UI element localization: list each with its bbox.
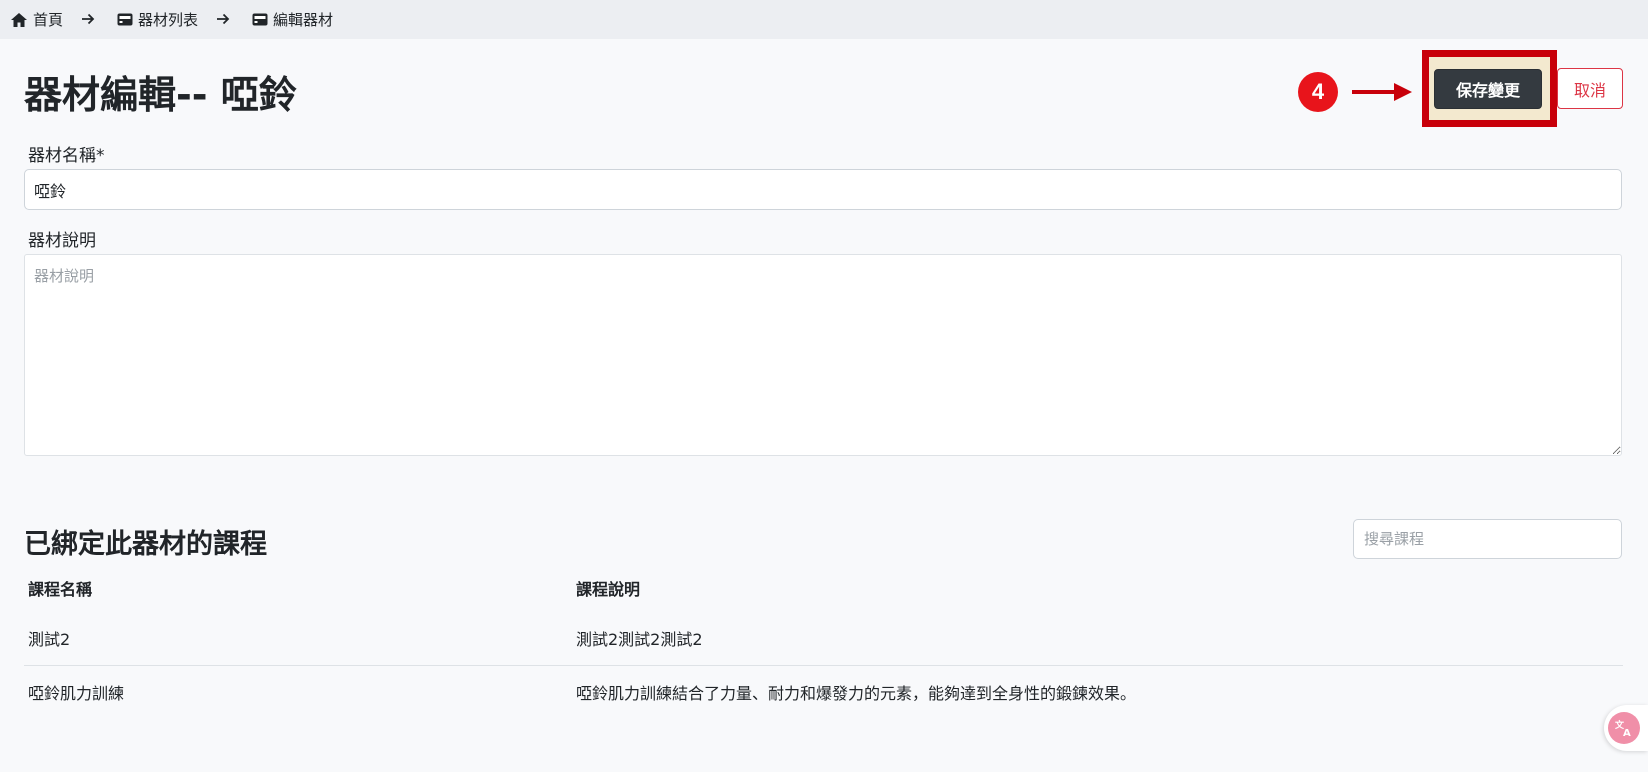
course-search-input[interactable] [1353,519,1622,559]
home-icon [11,12,27,27]
page-title: 器材編輯-- 啞鈴 [24,73,297,117]
breadcrumb-home-label: 首頁 [33,11,64,29]
course-table: 課程名稱 課程說明 測試2 測試2測試2測試2 啞鈴肌力訓練 啞鈴肌力訓練結合了… [24,565,1623,719]
breadcrumb-current: 編輯器材 [252,9,333,30]
equipment-description-textarea[interactable] [24,254,1622,456]
equipment-icon [252,13,268,26]
annotation-arrow-icon [1352,83,1412,101]
bound-courses-title: 已綁定此器材的課程 [24,529,267,560]
table-row[interactable]: 啞鈴肌力訓練 啞鈴肌力訓練結合了力量、耐力和爆發力的元素，能夠達到全身性的鍛鍊效… [24,664,1623,719]
course-name-cell: 啞鈴肌力訓練 [24,664,572,719]
breadcrumb-home[interactable]: 首頁 [10,9,63,30]
save-button[interactable]: 保存變更 [1434,69,1542,109]
column-header-course-name: 課程名稱 [28,580,93,599]
breadcrumb-current-label: 編輯器材 [273,11,334,29]
cancel-button[interactable]: 取消 [1557,68,1623,109]
svg-text:A: A [1623,728,1631,738]
course-description-cell: 測試2測試2測試2 [576,629,703,649]
equipment-name-input[interactable] [24,169,1622,210]
arrow-right-icon [81,10,95,29]
step-badge: 4 [1298,72,1338,112]
name-field-label: 器材名稱* [28,146,105,166]
breadcrumb: 首頁 器材列表 編輯器材 [0,0,1648,39]
arrow-right-icon [216,10,230,29]
translate-button[interactable]: 文 A [1604,705,1648,751]
equipment-icon [117,13,133,26]
course-name-cell: 測試2 [28,629,71,649]
table-header-row: 課程名稱 課程說明 [24,565,1623,611]
desc-field-label: 器材說明 [28,231,96,251]
table-row[interactable]: 測試2 測試2測試2測試2 [24,611,1623,665]
translate-icon: 文 A [1608,712,1640,744]
breadcrumb-list-label: 器材列表 [138,11,199,29]
column-header-course-description: 課程說明 [576,580,641,599]
course-description-cell: 啞鈴肌力訓練結合了力量、耐力和爆發力的元素，能夠達到全身性的鍛鍊效果。 [572,664,1623,719]
breadcrumb-equipment-list[interactable]: 器材列表 [117,9,198,30]
